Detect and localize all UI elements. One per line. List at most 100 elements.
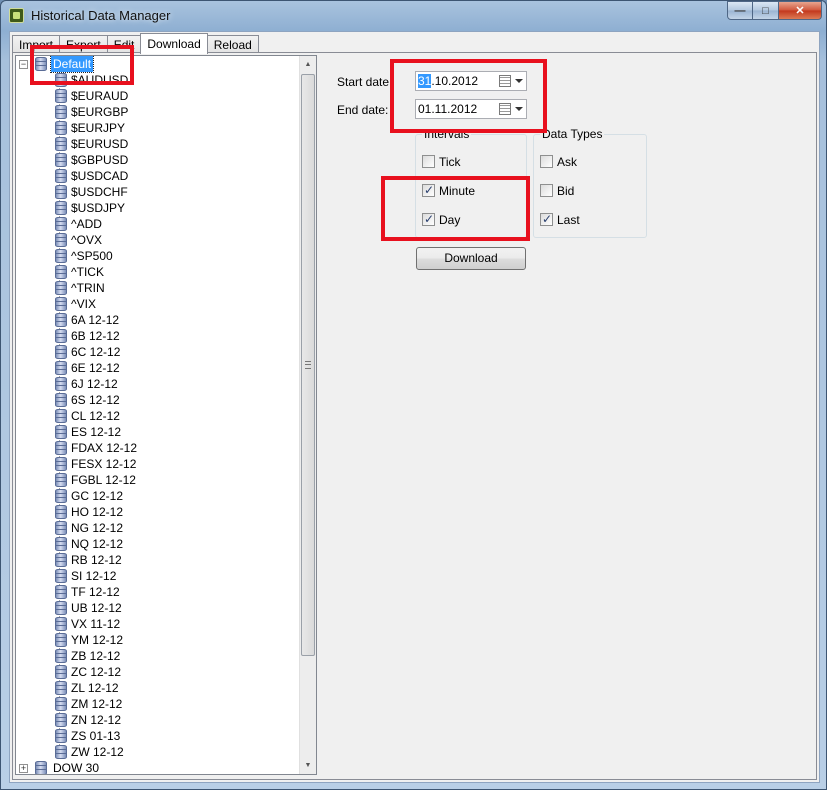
tree-item[interactable]: ZB 12-12 (16, 648, 300, 664)
tree-item-label[interactable]: VX 11-12 (71, 616, 120, 632)
tree-item[interactable]: ZL 12-12 (16, 680, 300, 696)
tree-item[interactable]: ZW 12-12 (16, 744, 300, 760)
tree-item[interactable]: VX 11-12 (16, 616, 300, 632)
tree-item[interactable]: TF 12-12 (16, 584, 300, 600)
tree-item[interactable]: $USDCHF (16, 184, 300, 200)
checkbox-box[interactable] (540, 212, 553, 226)
tree-item[interactable]: ^VIX (16, 296, 300, 312)
tree-item-label[interactable]: RB 12-12 (71, 552, 122, 568)
tree-item[interactable]: ES 12-12 (16, 424, 300, 440)
tree-item[interactable]: ZC 12-12 (16, 664, 300, 680)
title-bar[interactable]: Historical Data Manager — □ ✕ (1, 1, 826, 29)
tree-item-label[interactable]: 6A 12-12 (71, 312, 119, 328)
tree-item-label[interactable]: $USDJPY (71, 200, 125, 216)
tree-item[interactable]: 6S 12-12 (16, 392, 300, 408)
tree-item[interactable]: NG 12-12 (16, 520, 300, 536)
tree-item[interactable]: 6A 12-12 (16, 312, 300, 328)
tree-item-label[interactable]: NQ 12-12 (71, 536, 123, 552)
tree-item-label[interactable]: ZW 12-12 (71, 744, 124, 760)
tree-item[interactable]: FESX 12-12 (16, 456, 300, 472)
tree-item-label[interactable]: NG 12-12 (71, 520, 123, 536)
tree-item[interactable]: ^SP500 (16, 248, 300, 264)
tree-item-label[interactable]: ^ADD (71, 216, 102, 232)
tree-item-label[interactable]: HO 12-12 (71, 504, 123, 520)
checkbox-box[interactable] (540, 184, 553, 197)
tab-reload[interactable]: Reload (206, 35, 259, 53)
tree-item-label[interactable]: $USDCHF (71, 184, 128, 200)
tree-item-label[interactable]: ZC 12-12 (71, 664, 121, 680)
download-button[interactable]: Download (416, 247, 526, 270)
tree-item[interactable]: 6E 12-12 (16, 360, 300, 376)
tree-item-label[interactable]: TF 12-12 (71, 584, 120, 600)
tree-item-label[interactable]: YM 12-12 (71, 632, 123, 648)
tree-item[interactable]: FGBL 12-12 (16, 472, 300, 488)
tree-item[interactable]: SI 12-12 (16, 568, 300, 584)
tree-item[interactable]: $GBPUSD (16, 152, 300, 168)
tree-item-label[interactable]: UB 12-12 (71, 600, 122, 616)
tree-item[interactable]: $EURUSD (16, 136, 300, 152)
tree-item-label[interactable]: SI 12-12 (71, 568, 116, 584)
tree-item-label[interactable]: 6B 12-12 (71, 328, 120, 344)
checkbox-box[interactable] (422, 155, 435, 168)
tree-item[interactable]: ZS 01-13 (16, 728, 300, 744)
tree-item[interactable]: RB 12-12 (16, 552, 300, 568)
tree-item-label[interactable]: ^VIX (71, 296, 96, 312)
tree-item-label[interactable]: $USDCAD (71, 168, 128, 184)
scrollbar-thumb[interactable] (301, 74, 315, 656)
tree-item-label[interactable]: ZM 12-12 (71, 696, 122, 712)
tree-root-dow30[interactable]: + DOW 30 (16, 760, 300, 774)
expand-icon[interactable]: + (19, 764, 28, 773)
tree-item[interactable]: ZN 12-12 (16, 712, 300, 728)
collapse-icon[interactable]: − (19, 60, 28, 69)
checkbox-box[interactable] (540, 155, 553, 168)
scroll-down-icon[interactable]: ▼ (300, 757, 316, 774)
tree-item-label[interactable]: ZN 12-12 (71, 712, 121, 728)
tree-item-label[interactable]: ZB 12-12 (71, 648, 120, 664)
tree-item[interactable]: 6C 12-12 (16, 344, 300, 360)
tree-root-label[interactable]: DOW 30 (51, 760, 101, 774)
tree-item[interactable]: HO 12-12 (16, 504, 300, 520)
tree-item-label[interactable]: ^TRIN (71, 280, 105, 296)
tree-item-label[interactable]: CL 12-12 (71, 408, 120, 424)
tree-item[interactable]: $USDCAD (16, 168, 300, 184)
tree-item[interactable]: $USDJPY (16, 200, 300, 216)
tree-item[interactable]: $EURJPY (16, 120, 300, 136)
tree-item[interactable]: UB 12-12 (16, 600, 300, 616)
tree-item-label[interactable]: ZL 12-12 (71, 680, 119, 696)
tree-scrollbar[interactable]: ▲ ▼ (299, 56, 316, 774)
tree-item-label[interactable]: $EURGBP (71, 104, 128, 120)
tree-item-label[interactable]: ^SP500 (71, 248, 113, 264)
tree-item-label[interactable]: 6J 12-12 (71, 376, 118, 392)
tree-item[interactable]: $EURGBP (16, 104, 300, 120)
tree-item-label[interactable]: 6C 12-12 (71, 344, 120, 360)
tree-item[interactable]: $EURAUD (16, 88, 300, 104)
tree-item-label[interactable]: $EURUSD (71, 136, 128, 152)
symbol-tree[interactable]: − Default $AUDUSD $EURAUD $EURGBP $EURJPY $E… (15, 55, 317, 775)
tree-item-label[interactable]: GC 12-12 (71, 488, 123, 504)
tree-item-label[interactable]: ES 12-12 (71, 424, 121, 440)
tree-item-label[interactable]: ^TICK (71, 264, 104, 280)
tree-item-label[interactable]: 6E 12-12 (71, 360, 120, 376)
tree-item[interactable]: CL 12-12 (16, 408, 300, 424)
tree-item[interactable]: ^ADD (16, 216, 300, 232)
tree-item-label[interactable]: 6S 12-12 (71, 392, 120, 408)
minimize-button[interactable]: — (727, 1, 753, 20)
tree-item[interactable]: GC 12-12 (16, 488, 300, 504)
tree-item-label[interactable]: FESX 12-12 (71, 456, 136, 472)
tree-item-label[interactable]: ^OVX (71, 232, 102, 248)
tree-item[interactable]: FDAX 12-12 (16, 440, 300, 456)
tree-item[interactable]: ZM 12-12 (16, 696, 300, 712)
tree-item-label[interactable]: $EURAUD (71, 88, 128, 104)
tree-item[interactable]: 6J 12-12 (16, 376, 300, 392)
tree-item[interactable]: 6B 12-12 (16, 328, 300, 344)
tree-item-label[interactable]: FDAX 12-12 (71, 440, 137, 456)
tree-item[interactable]: ^OVX (16, 232, 300, 248)
tree-item-label[interactable]: FGBL 12-12 (71, 472, 136, 488)
tree-item[interactable]: YM 12-12 (16, 632, 300, 648)
tab-download[interactable]: Download (140, 33, 208, 54)
tree-item-label[interactable]: ZS 01-13 (71, 728, 120, 744)
tree-item-label[interactable]: $GBPUSD (71, 152, 128, 168)
tree-item-label[interactable]: $EURJPY (71, 120, 125, 136)
scroll-up-icon[interactable]: ▲ (300, 56, 316, 73)
maximize-button[interactable]: □ (753, 1, 779, 20)
